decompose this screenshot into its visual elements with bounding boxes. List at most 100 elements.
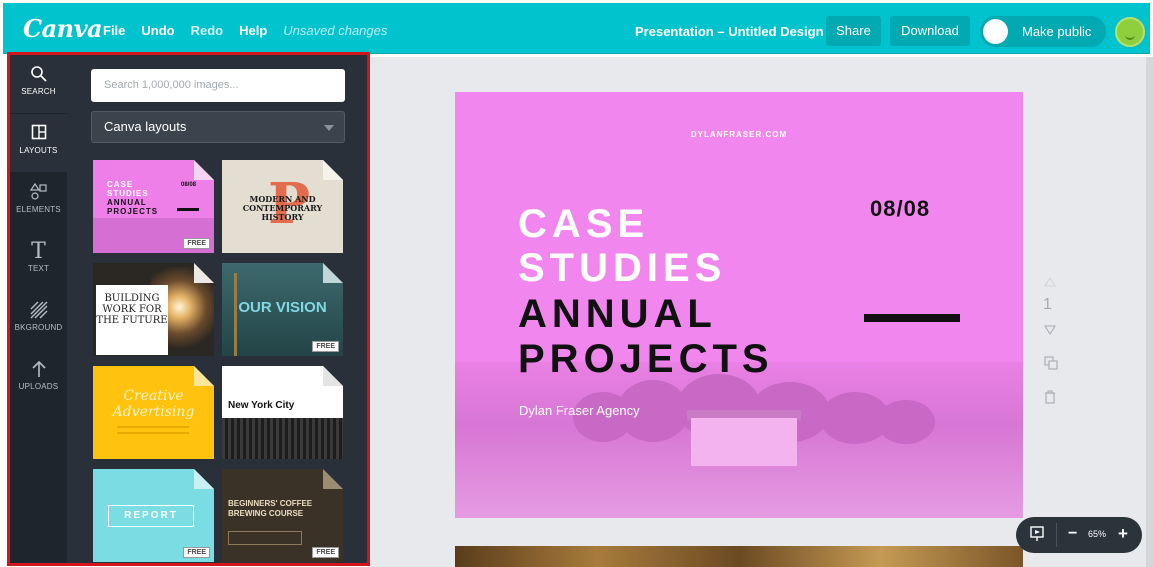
thumb-text: Advertising <box>112 404 195 420</box>
thumb-text: BUILDING <box>104 293 160 304</box>
rail-item-uploads[interactable]: UPLOADS <box>10 350 67 408</box>
page-fold-corner <box>323 160 343 180</box>
zoom-out-button[interactable]: − <box>1068 525 1077 543</box>
background-icon <box>29 301 49 321</box>
slide-heading-line: ANNUAL <box>518 292 717 336</box>
menu-help[interactable]: Help <box>239 23 267 38</box>
zoom-in-button[interactable]: + <box>1118 524 1128 544</box>
layouts-dropdown[interactable]: Canva layouts <box>91 111 345 143</box>
zoom-controls: − 65% + <box>1016 517 1142 553</box>
thumb-text: New York City <box>228 400 295 411</box>
make-public-label: Make public <box>1022 24 1092 39</box>
thumb-text: Creative <box>123 388 184 404</box>
move-up-icon[interactable] <box>1044 274 1056 290</box>
share-button[interactable]: Share <box>826 16 881 46</box>
slide-date[interactable]: 08/08 <box>870 196 930 222</box>
document-title[interactable]: Presentation – Untitled Design <box>635 24 824 39</box>
layout-thumb-coffee[interactable]: BEGINNERS' COFFEE BREWING COURSE FREE <box>222 469 343 562</box>
slide-heading-white[interactable]: CASE STUDIES <box>518 202 726 290</box>
thumb-text: 08/08 <box>181 182 197 188</box>
thumb-text: CASE <box>107 180 134 189</box>
make-public-toggle[interactable]: Make public <box>980 16 1106 47</box>
slide-house <box>691 418 797 466</box>
trash-icon[interactable] <box>1044 390 1056 407</box>
slide-divider-bar[interactable] <box>864 314 960 322</box>
thumb-text: THE FUTURE <box>96 315 168 326</box>
thumb-text: ANNUAL <box>107 198 147 207</box>
layout-thumb-building-future[interactable]: BUILDING WORK FOR THE FUTURE <box>93 263 214 356</box>
zoom-level: 65% <box>1088 529 1107 539</box>
page-number: 1 <box>1043 296 1052 313</box>
duplicate-page-icon[interactable] <box>1044 356 1058 373</box>
slide-heading-line: CASE <box>518 202 650 246</box>
tool-rail: SEARCH LAYOUTS ELEMENTS T TEXT BKGROUND <box>10 55 67 563</box>
layout-thumb-creative-advertising[interactable]: Creative Advertising <box>93 366 214 459</box>
layout-thumb-report[interactable]: REPORT FREE <box>93 469 214 562</box>
thumb-text: STUDIES <box>107 189 149 198</box>
rail-label: BKGROUND <box>14 323 63 332</box>
thumb-text: PROJECTS <box>107 207 159 216</box>
page-fold-corner <box>194 160 214 180</box>
rail-label: ELEMENTS <box>16 205 61 214</box>
thumb-line <box>117 432 189 434</box>
rail-label: LAYOUTS <box>19 146 58 155</box>
rail-item-text[interactable]: T TEXT <box>10 232 67 290</box>
page-fold-corner <box>323 469 343 489</box>
layout-thumb-our-vision[interactable]: OUR VISION FREE <box>222 263 343 356</box>
free-badge: FREE <box>312 547 339 558</box>
thumb-bar <box>177 208 199 211</box>
dropdown-value: Canva layouts <box>104 119 187 134</box>
rail-item-elements[interactable]: ELEMENTS <box>10 173 67 231</box>
menu-file[interactable]: File <box>103 23 125 38</box>
layout-thumb-modern-history[interactable]: P MODERN AND CONTEMPORARY HISTORY <box>222 160 343 253</box>
text-icon: T <box>31 239 46 264</box>
present-icon[interactable] <box>1030 526 1044 545</box>
image-search-input[interactable]: Search 1,000,000 images... <box>91 69 345 102</box>
free-badge: FREE <box>312 341 339 352</box>
thumb-box <box>228 531 302 545</box>
vertical-scrollbar[interactable] <box>1146 57 1153 567</box>
free-badge: FREE <box>183 238 210 249</box>
page-fold-corner <box>194 469 214 489</box>
move-down-icon[interactable] <box>1044 322 1056 338</box>
user-avatar[interactable] <box>1115 17 1145 47</box>
unsaved-status: Unsaved changes <box>283 23 388 38</box>
side-panel: SEARCH LAYOUTS ELEMENTS T TEXT BKGROUND <box>7 52 370 566</box>
page-fold-corner <box>194 263 214 283</box>
slide-heading-black[interactable]: ANNUAL PROJECTS <box>518 292 774 382</box>
thumb-text: BEGINNERS' COFFEE <box>228 499 313 508</box>
thumb-text: REPORT <box>108 505 194 527</box>
thumb-text: WORK FOR <box>102 304 162 315</box>
toggle-knob <box>983 19 1008 44</box>
menu-undo[interactable]: Undo <box>141 23 174 38</box>
main-menu: File Undo Redo Help Unsaved changes <box>103 23 387 38</box>
layout-thumb-case-studies[interactable]: CASE STUDIES ANNUAL PROJECTS 08/08 FREE <box>93 160 214 253</box>
rail-label: SEARCH <box>21 87 56 96</box>
download-button[interactable]: Download <box>890 16 970 46</box>
top-bar: Canva File Undo Redo Help Unsaved change… <box>0 0 1153 57</box>
thumb-text: BREWING COURSE <box>228 509 304 518</box>
design-slide[interactable]: DYLANFRASER.COM CASE STUDIES ANNUAL PROJ… <box>455 92 1023 518</box>
chevron-down-icon <box>324 125 334 131</box>
slide-website[interactable]: DYLANFRASER.COM <box>455 130 1023 139</box>
rail-item-background[interactable]: BKGROUND <box>10 291 67 349</box>
layout-thumb-new-york[interactable]: New York City <box>222 366 343 459</box>
thumb-text: OUR VISION <box>238 299 327 316</box>
slide-heading-line: PROJECTS <box>518 337 774 381</box>
next-slide-preview[interactable] <box>455 546 1023 567</box>
rail-item-layouts[interactable]: LAYOUTS <box>10 114 67 172</box>
page-fold-corner <box>323 366 343 386</box>
rail-label: TEXT <box>27 264 50 273</box>
elements-icon <box>29 182 49 203</box>
rail-item-search[interactable]: SEARCH <box>10 55 67 113</box>
slide-agency[interactable]: Dylan Fraser Agency <box>519 403 640 418</box>
slide-heading-line: STUDIES <box>518 246 727 290</box>
canva-logo[interactable]: Canva <box>23 14 103 43</box>
free-badge: FREE <box>183 547 210 558</box>
thumb-line <box>117 426 189 428</box>
menu-redo[interactable]: Redo <box>191 23 224 38</box>
rail-label: UPLOADS <box>18 382 59 391</box>
zoom-divider <box>1056 523 1057 547</box>
page-fold-corner <box>194 366 214 386</box>
thumb-city <box>222 418 343 459</box>
